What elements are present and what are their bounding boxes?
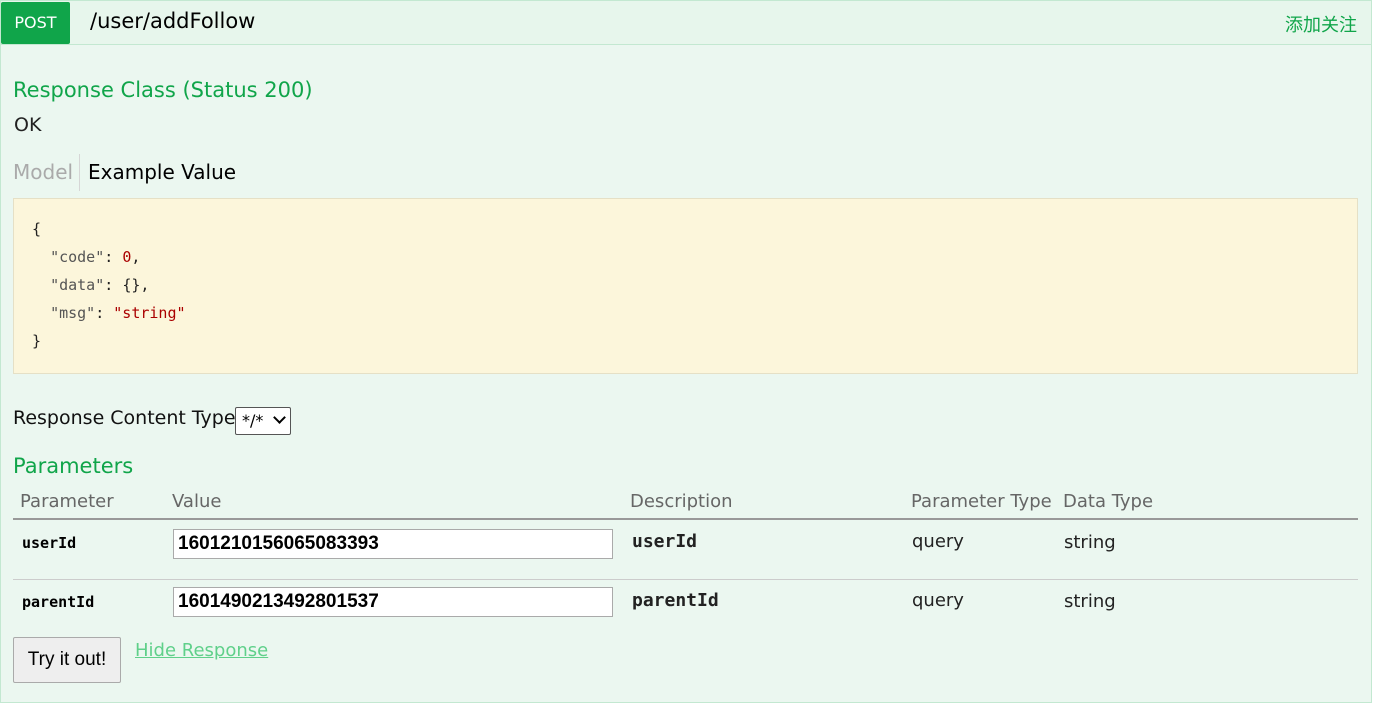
content-type-selected-value: */* (242, 411, 264, 430)
response-content-type-label: Response Content Type (13, 407, 236, 429)
tab-example-value[interactable]: Example Value (88, 160, 236, 184)
http-method-badge[interactable]: POST (1, 2, 70, 44)
param-type-parentId: query (912, 590, 964, 611)
try-it-out-button[interactable]: Try it out! (13, 637, 121, 683)
response-status-text: OK (14, 114, 42, 136)
parameters-heading: Parameters (13, 454, 134, 478)
operation-header[interactable]: POST /user/addFollow 添加关注 (1, 1, 1371, 45)
param-name-parentId: parentId (22, 593, 95, 611)
data-type-parentId: string (1064, 591, 1116, 612)
json-close-brace: } (32, 332, 42, 350)
column-header-description: Description (630, 491, 733, 512)
param-type-userId: query (912, 531, 964, 552)
table-header-divider (13, 518, 1358, 520)
response-class-heading: Response Class (Status 200) (13, 78, 313, 102)
param-description-userId: userId (632, 531, 698, 552)
response-content-type-select[interactable]: */* (235, 407, 291, 435)
json-line-code: "code": 0, (50, 248, 141, 266)
operation-summary[interactable]: 添加关注 (1285, 11, 1357, 37)
chevron-down-icon (273, 411, 286, 424)
column-header-parameter-type: Parameter Type (911, 491, 1052, 512)
json-value-msg: "string" (113, 304, 186, 322)
json-line-data: "data": {}, (50, 276, 150, 294)
json-value-code: 0 (122, 248, 132, 266)
param-description-parentId: parentId (632, 590, 719, 611)
endpoint-path[interactable]: /user/addFollow (90, 9, 255, 33)
param-input-userId[interactable] (173, 529, 613, 559)
json-value-data: {} (122, 276, 141, 294)
json-open-brace: { (32, 220, 42, 238)
param-name-userId: userId (22, 534, 77, 552)
json-key-msg: "msg" (50, 304, 96, 322)
json-key-code: "code" (50, 248, 105, 266)
json-key-data: "data" (50, 276, 105, 294)
example-value-snippet[interactable]: { "code": 0, "data": {}, "msg": "string"… (13, 198, 1358, 374)
data-type-userId: string (1064, 532, 1116, 553)
column-header-data-type: Data Type (1063, 491, 1154, 512)
column-header-parameter: Parameter (20, 491, 114, 512)
column-header-value: Value (172, 491, 222, 512)
json-line-msg: "msg": "string" (50, 304, 186, 322)
param-input-parentId[interactable] (173, 587, 613, 617)
hide-response-link[interactable]: Hide Response (135, 640, 268, 661)
table-row-divider (13, 579, 1358, 580)
tab-divider (79, 154, 80, 191)
tab-model[interactable]: Model (13, 160, 73, 184)
operation-panel: POST /user/addFollow 添加关注 Response Class… (0, 0, 1372, 703)
